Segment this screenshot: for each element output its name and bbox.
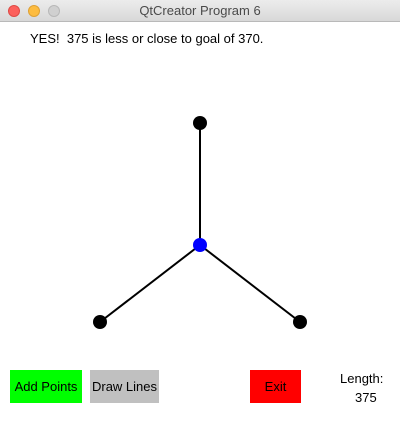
point-bottom-right[interactable] xyxy=(293,315,307,329)
length-value: 375 xyxy=(355,390,377,405)
add-points-button[interactable]: Add Points xyxy=(10,370,82,403)
point-top[interactable] xyxy=(193,116,207,130)
drawing-canvas[interactable] xyxy=(0,22,400,362)
exit-button[interactable]: Exit xyxy=(250,370,301,403)
point-bottom-left[interactable] xyxy=(93,315,107,329)
edge-center-right xyxy=(199,244,301,323)
title-bar[interactable]: QtCreator Program 6 xyxy=(0,0,400,22)
app-window: QtCreator Program 6 YES! 375 is less or … xyxy=(0,0,400,422)
window-title: QtCreator Program 6 xyxy=(139,3,261,18)
edge-center-left xyxy=(99,244,201,323)
draw-lines-button[interactable]: Draw Lines xyxy=(90,370,159,403)
length-label: Length: xyxy=(340,371,384,386)
point-center[interactable] xyxy=(193,238,207,252)
